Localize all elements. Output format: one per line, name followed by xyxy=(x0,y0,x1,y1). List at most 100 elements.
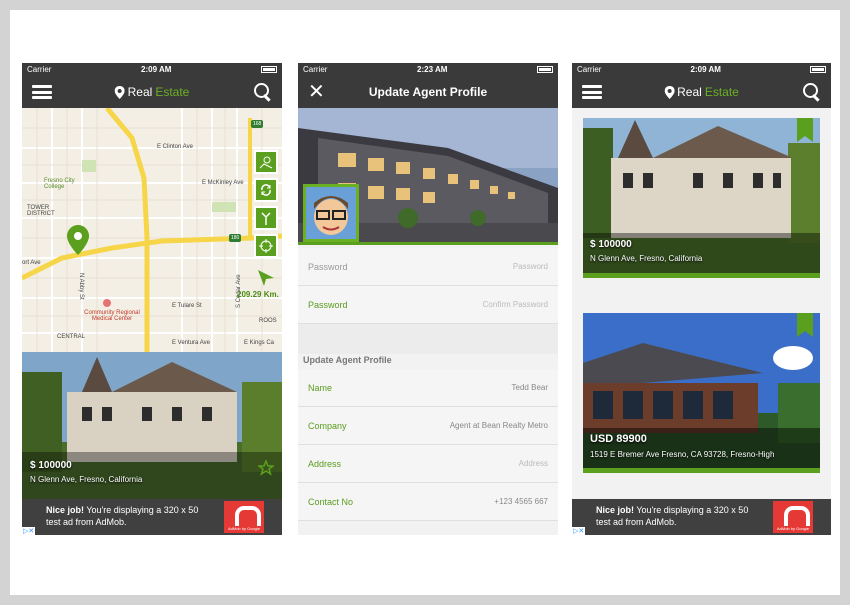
listing-card[interactable]: $ 100000 N Glenn Ave, Fresno, California xyxy=(22,352,282,499)
battery-icon xyxy=(261,66,277,73)
ad-line2: test ad from AdMob. xyxy=(596,517,677,527)
locate-button[interactable] xyxy=(254,234,278,258)
listing-card[interactable]: USD 89900 1519 E Bremer Ave Fresno, CA 9… xyxy=(583,313,820,473)
field-placeholder: Address xyxy=(518,459,548,468)
directions-icon xyxy=(261,212,271,225)
ad-logo-caption: AdMob by Google xyxy=(227,526,261,531)
bookmark-icon[interactable] xyxy=(797,313,813,337)
brand-part1: Real xyxy=(677,85,702,99)
map-label: E Clinton Ave xyxy=(157,144,193,150)
bookmark-icon[interactable] xyxy=(797,118,813,142)
map-label: Community Regional Medical Center xyxy=(84,310,140,322)
map-label: E McKinley Ave xyxy=(202,180,244,186)
listing-price: $ 100000 xyxy=(30,460,72,471)
menu-icon[interactable] xyxy=(32,85,52,99)
phone-profile-screen: Carrier 2:23 AM ✕ Update Agent Profile P… xyxy=(298,63,558,535)
ad-bold: Nice job! xyxy=(596,505,635,515)
location-pin-icon xyxy=(114,85,125,99)
menu-icon[interactable] xyxy=(582,85,602,99)
distance-label: 209.29 Km. xyxy=(237,290,279,299)
search-icon[interactable] xyxy=(254,83,272,101)
map-label: ort Ave xyxy=(22,260,41,266)
contact-field[interactable]: Contact No +123 4565 667 xyxy=(298,483,558,521)
field-label: Contact No xyxy=(308,496,354,507)
navbar: ✕ Update Agent Profile xyxy=(298,76,558,108)
ad-line1: Nice job! You're displaying a 320 x 50 xyxy=(596,505,748,515)
clock: 2:23 AM xyxy=(417,65,448,74)
ad-banner[interactable]: Nice job! You're displaying a 320 x 50 t… xyxy=(572,499,831,535)
clock: 2:09 AM xyxy=(690,65,721,74)
app-brand: Real Estate xyxy=(114,85,189,99)
ad-bold: Nice job! xyxy=(46,505,85,515)
field-placeholder: Password xyxy=(512,262,548,271)
battery-icon xyxy=(810,66,826,73)
battery-icon xyxy=(537,66,553,73)
directions-button[interactable] xyxy=(254,206,278,230)
field-value: Agent at Bean Realty Metro xyxy=(449,421,548,430)
highway-shield: 180 xyxy=(229,234,242,242)
listing-address: N Glenn Ave, Fresno, California xyxy=(30,475,143,484)
location-pin-icon xyxy=(664,85,675,99)
navbar: Real Estate xyxy=(22,76,282,108)
listing-price: $ 100000 xyxy=(590,239,632,250)
page-title: Update Agent Profile xyxy=(368,85,488,99)
field-value: Tedd Bear xyxy=(511,383,548,392)
navbar: Real Estate xyxy=(572,76,831,108)
refresh-button[interactable] xyxy=(254,178,278,202)
map-label: CENTRAL xyxy=(57,334,86,340)
status-bar: Carrier 2:09 AM xyxy=(22,63,282,76)
navigation-arrow-icon[interactable] xyxy=(256,268,276,288)
map-marker-button[interactable] xyxy=(254,150,278,174)
ad-choices-icon[interactable]: ▷✕ xyxy=(572,527,586,535)
app-brand: Real Estate xyxy=(664,85,739,99)
avatar-icon xyxy=(306,187,356,239)
carrier-label: Carrier xyxy=(303,65,328,74)
map-marker-icon[interactable] xyxy=(67,225,89,255)
admob-logo: AdMob by Google xyxy=(224,501,264,533)
confirm-password-field[interactable]: Password Confirm Password xyxy=(298,286,558,324)
ad-line1: Nice job! You're displaying a 320 x 50 xyxy=(46,505,198,515)
crosshair-icon xyxy=(259,239,273,253)
close-icon[interactable]: ✕ xyxy=(308,82,325,102)
carrier-label: Carrier xyxy=(577,65,602,74)
search-icon[interactable] xyxy=(803,83,821,101)
field-placeholder: Confirm Password xyxy=(482,300,548,309)
password-field[interactable]: Password Password xyxy=(298,248,558,286)
brand-part2: Estate xyxy=(704,85,739,99)
name-field[interactable]: Name Tedd Bear xyxy=(298,369,558,407)
map-view[interactable]: E Clinton Ave E McKinley Ave Fresno City… xyxy=(22,108,282,352)
map-label: E Kings Ca xyxy=(244,340,275,346)
ad-banner[interactable]: Nice job! You're displaying a 320 x 50 t… xyxy=(22,499,282,535)
ad-choices-icon[interactable]: ▷✕ xyxy=(22,527,36,535)
map-label: TOWER DISTRICT xyxy=(27,205,55,217)
ad-logo-caption: AdMob by Google xyxy=(776,526,810,531)
favorite-star-icon[interactable] xyxy=(258,460,274,476)
map-label: E Ventura Ave xyxy=(172,340,210,346)
profile-cover-photo xyxy=(298,108,558,245)
refresh-icon xyxy=(261,184,271,196)
listing-card[interactable]: $ 100000 N Glenn Ave, Fresno, California xyxy=(583,118,820,278)
brand-part1: Real xyxy=(127,85,153,99)
field-label: Company xyxy=(308,420,347,431)
clock: 2:09 AM xyxy=(141,65,172,74)
carrier-label: Carrier xyxy=(27,65,52,74)
pin-map-icon xyxy=(259,156,273,169)
listing-price: USD 89900 xyxy=(590,433,647,445)
address-field[interactable]: Address Address xyxy=(298,445,558,483)
listing-address: N Glenn Ave, Fresno, California xyxy=(590,254,703,263)
ad-line2: test ad from AdMob. xyxy=(46,517,127,527)
agent-avatar[interactable] xyxy=(303,184,359,242)
field-label: Name xyxy=(308,382,333,393)
phone-map-screen: Carrier 2:09 AM Real Estate E Clinton Av… xyxy=(22,63,282,535)
highway-shield: 168 xyxy=(251,120,264,128)
ad-text: You're displaying a 320 x 50 xyxy=(634,505,749,515)
map-label: N Abby St xyxy=(78,273,84,300)
field-value: +123 4565 667 xyxy=(494,497,548,506)
listing-address: 1519 E Bremer Ave Fresno, CA 93728, Fres… xyxy=(590,450,775,459)
map-label: Fresno City College xyxy=(44,178,75,190)
field-label: Address xyxy=(308,458,342,469)
admob-logo: AdMob by Google xyxy=(773,501,813,533)
company-field[interactable]: Company Agent at Bean Realty Metro xyxy=(298,407,558,445)
status-bar: Carrier 2:23 AM xyxy=(298,63,558,76)
map-label: E Tulare St xyxy=(172,303,202,309)
